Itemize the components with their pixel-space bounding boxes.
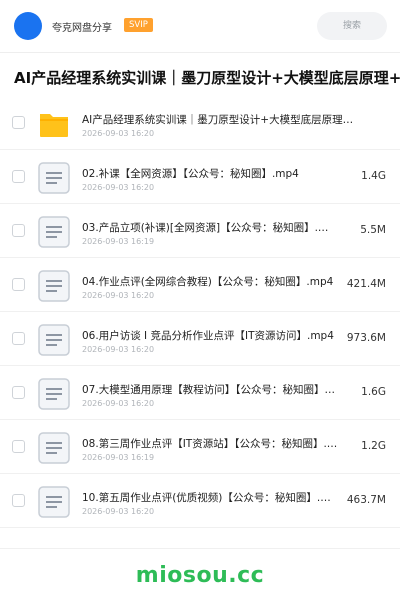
file-name[interactable]: 07.大模型通用原理【教程访问】【公众号：秘知圈】.mp4 bbox=[82, 382, 338, 397]
document-icon bbox=[38, 162, 70, 194]
file-size: 463.7M bbox=[346, 494, 386, 506]
file-list: AI产品经理系统实训课｜墨刀原型设计+大模型底层原理+工作流+Agent 202… bbox=[0, 96, 400, 528]
file-size: 5.5M bbox=[360, 224, 386, 236]
file-size: 1.4G bbox=[361, 170, 386, 182]
file-date: 2026-09-03 16:20 bbox=[82, 129, 155, 138]
file-row[interactable]: 03.产品立项(补课)[全网资源]【公众号：秘知圈】.mp4 2026-09-0… bbox=[0, 204, 400, 258]
file-row[interactable]: 04.作业点评(全网综合教程)【公众号：秘知圈】.mp4 2026-09-03 … bbox=[0, 258, 400, 312]
file-row[interactable]: 10.第五周作业点评(优质视频)【公众号：秘知圈】.mp4 2026-09-03… bbox=[0, 474, 400, 528]
svip-badge: SVIP bbox=[124, 18, 153, 32]
file-date: 2026-09-03 16:20 bbox=[82, 345, 155, 354]
avatar[interactable] bbox=[14, 12, 42, 40]
file-date: 2026-09-03 16:20 bbox=[82, 507, 155, 516]
title-bar: AI产品经理系统实训课｜墨刀原型设计+大模型底层原理+工作流+Agent bbox=[0, 52, 400, 100]
document-icon bbox=[38, 432, 70, 464]
file-date: 2026-09-03 16:19 bbox=[82, 453, 155, 462]
folder-icon bbox=[38, 108, 70, 140]
file-name[interactable]: AI产品经理系统实训课｜墨刀原型设计+大模型底层原理+工作流+Agent bbox=[82, 112, 354, 127]
file-date: 2026-09-03 16:20 bbox=[82, 183, 155, 192]
footer: miosou.cc bbox=[0, 548, 400, 600]
document-icon bbox=[38, 486, 70, 518]
row-checkbox[interactable] bbox=[12, 116, 25, 129]
file-name[interactable]: 03.产品立项(补课)[全网资源]【公众号：秘知圈】.mp4 bbox=[82, 220, 338, 235]
row-checkbox[interactable] bbox=[12, 494, 25, 507]
row-checkbox[interactable] bbox=[12, 170, 25, 183]
file-size: 421.4M bbox=[346, 278, 386, 290]
row-checkbox[interactable] bbox=[12, 224, 25, 237]
file-name[interactable]: 06.用户访谈 I 竞品分析作业点评【IT资源访问】.mp4 bbox=[82, 328, 338, 343]
file-name[interactable]: 02.补课【全网资源】【公众号：秘知圈】.mp4 bbox=[82, 166, 338, 181]
document-icon bbox=[38, 216, 70, 248]
row-checkbox[interactable] bbox=[12, 278, 25, 291]
document-icon bbox=[38, 270, 70, 302]
file-row[interactable]: 06.用户访谈 I 竞品分析作业点评【IT资源访问】.mp4 2026-09-0… bbox=[0, 312, 400, 366]
file-name[interactable]: 04.作业点评(全网综合教程)【公众号：秘知圈】.mp4 bbox=[82, 274, 338, 289]
file-date: 2026-09-03 16:20 bbox=[82, 291, 155, 300]
document-icon bbox=[38, 378, 70, 410]
app-name: 夸克网盘分享 bbox=[52, 23, 112, 34]
file-name[interactable]: 08.第三周作业点评【IT资源站】【公众号：秘知圈】.mp4 bbox=[82, 436, 338, 451]
file-row[interactable]: 08.第三周作业点评【IT资源站】【公众号：秘知圈】.mp4 2026-09-0… bbox=[0, 420, 400, 474]
file-name[interactable]: 10.第五周作业点评(优质视频)【公众号：秘知圈】.mp4 bbox=[82, 490, 338, 505]
file-size: 1.2G bbox=[361, 440, 386, 452]
row-checkbox[interactable] bbox=[12, 386, 25, 399]
watermark: miosou.cc bbox=[135, 563, 265, 588]
file-row[interactable]: AI产品经理系统实训课｜墨刀原型设计+大模型底层原理+工作流+Agent 202… bbox=[0, 96, 400, 150]
file-size: 973.6M bbox=[346, 332, 386, 344]
document-icon bbox=[38, 324, 70, 356]
file-size: 1.6G bbox=[361, 386, 386, 398]
share-page: 夸克网盘分享 SVIP 搜索 AI产品经理系统实训课｜墨刀原型设计+大模型底层原… bbox=[0, 0, 400, 600]
file-row[interactable]: 02.补课【全网资源】【公众号：秘知圈】.mp4 2026-09-03 16:2… bbox=[0, 150, 400, 204]
row-checkbox[interactable] bbox=[12, 332, 25, 345]
header: 夸克网盘分享 SVIP 搜索 bbox=[0, 0, 400, 52]
file-date: 2026-09-03 16:19 bbox=[82, 237, 155, 246]
row-checkbox[interactable] bbox=[12, 440, 25, 453]
file-row[interactable]: 07.大模型通用原理【教程访问】【公众号：秘知圈】.mp4 2026-09-03… bbox=[0, 366, 400, 420]
file-date: 2026-09-03 16:20 bbox=[82, 399, 155, 408]
search-button[interactable]: 搜索 bbox=[317, 12, 387, 40]
share-title: AI产品经理系统实训课｜墨刀原型设计+大模型底层原理+工作流+Agent bbox=[14, 69, 400, 87]
